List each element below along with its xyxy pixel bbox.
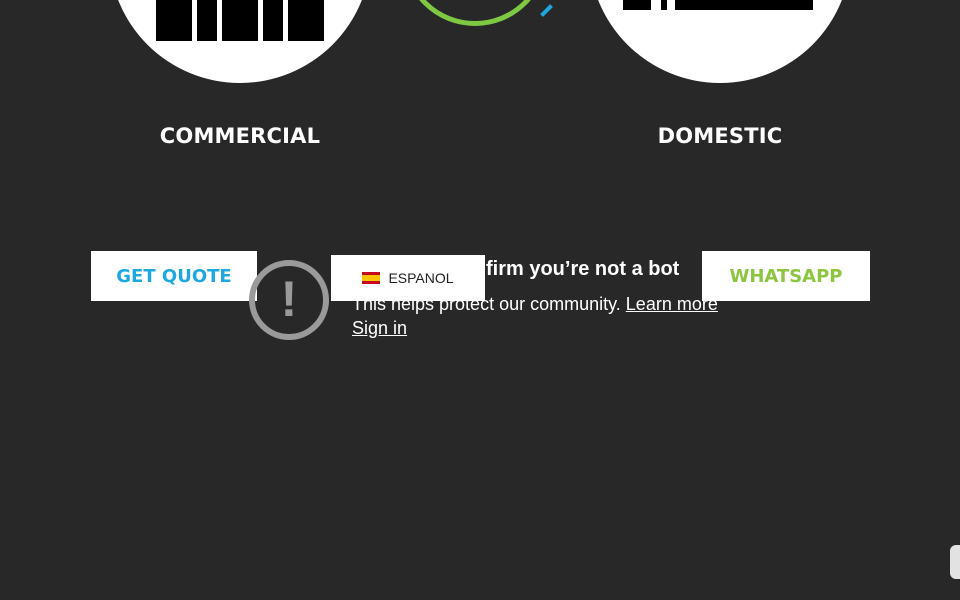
whatsapp-button[interactable]: WHATSAPP: [702, 251, 870, 301]
captcha-title: firm you’re not a bot: [486, 258, 680, 280]
language-label: ESPANOL: [388, 270, 454, 286]
logo-ring: [402, 0, 548, 26]
side-scroll-tab[interactable]: [950, 545, 960, 579]
sign-in-link[interactable]: Sign in: [352, 318, 407, 339]
building-bars: [156, 0, 324, 41]
domestic-image: [589, 0, 851, 83]
house-roof-shape: [623, 0, 813, 10]
get-quote-button[interactable]: GET QUOTE: [91, 251, 257, 301]
commercial-image: [109, 0, 371, 83]
domestic-title: DOMESTIC: [657, 124, 783, 148]
exclamation-icon: !: [249, 260, 329, 340]
spain-flag-icon: [362, 272, 381, 284]
commercial-title: COMMERCIAL: [159, 124, 321, 148]
logo-ring-accent: [533, 0, 553, 17]
language-selector[interactable]: ESPANOL: [331, 255, 485, 301]
